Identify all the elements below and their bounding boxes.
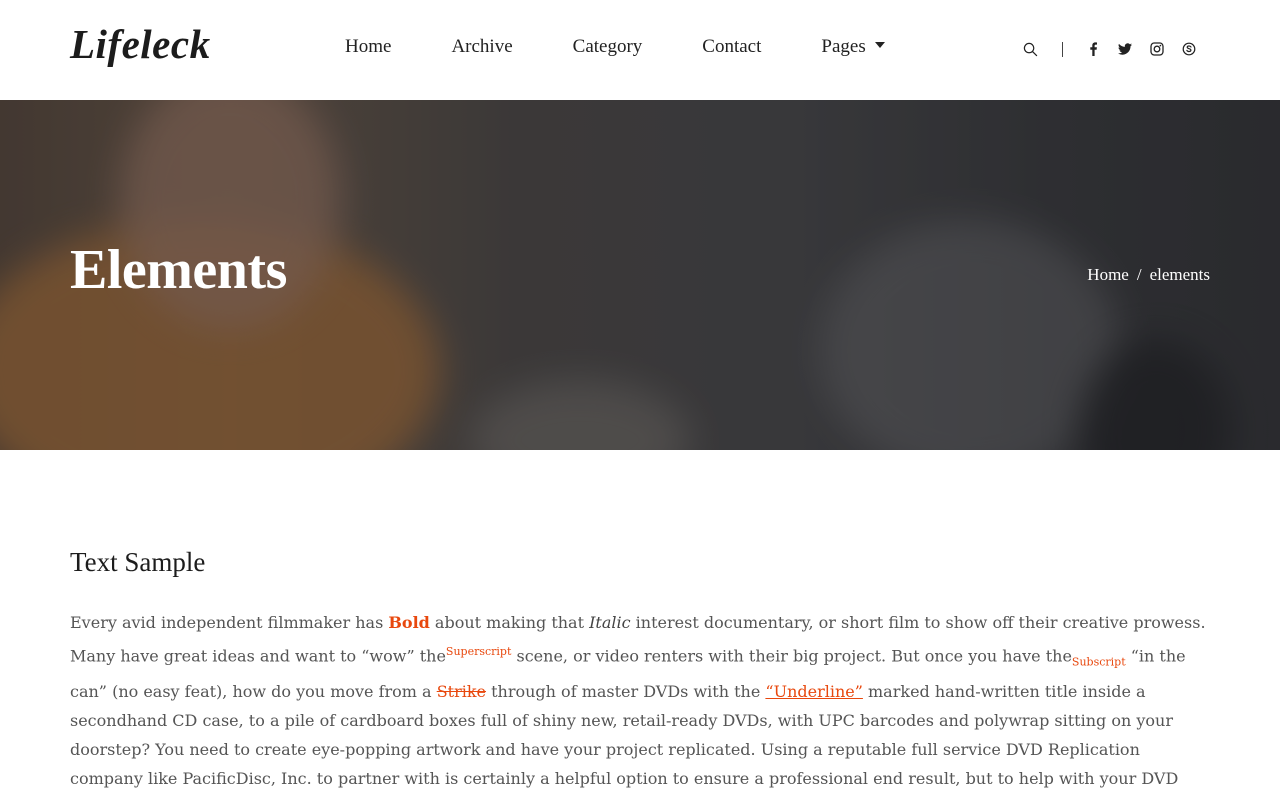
page-title: Elements bbox=[70, 239, 287, 301]
nav-home[interactable]: Home bbox=[345, 36, 391, 58]
nav-pages-label: Pages bbox=[821, 36, 866, 57]
bold-text: Bold bbox=[388, 613, 430, 632]
site-header: Lifeleck Home Archive Category Contact P… bbox=[0, 0, 1280, 100]
site-logo[interactable]: Lifeleck bbox=[70, 20, 211, 68]
subscript-text: Subscript bbox=[1071, 655, 1126, 669]
breadcrumb-home[interactable]: Home bbox=[1087, 265, 1129, 285]
main-nav: Home Archive Category Contact Pages bbox=[345, 36, 945, 58]
underline-link[interactable]: “Underline” bbox=[765, 682, 863, 701]
para-text: about making that bbox=[429, 613, 590, 632]
italic-text: Italic bbox=[589, 613, 631, 632]
breadcrumb-current: elements bbox=[1149, 265, 1210, 284]
strike-text: Strike bbox=[436, 681, 487, 701]
header-divider bbox=[1062, 41, 1063, 57]
section-title: Text Sample bbox=[70, 547, 206, 577]
superscript-text: Superscript bbox=[445, 645, 512, 658]
para-text: through of master DVDs with the bbox=[486, 681, 766, 701]
nav-contact[interactable]: Contact bbox=[702, 36, 761, 58]
hero-banner: Elements Home / elements bbox=[0, 100, 1280, 450]
para-text: scene, or video renters with their big p… bbox=[511, 646, 1072, 666]
facebook-icon[interactable] bbox=[1083, 38, 1103, 60]
twitter-icon[interactable] bbox=[1115, 38, 1135, 60]
text-sample-paragraph: Every avid independent filmmaker has Bol… bbox=[70, 608, 1210, 800]
breadcrumb-separator: / bbox=[1136, 265, 1142, 284]
breadcrumb: Home / elements bbox=[1087, 265, 1210, 285]
header-actions bbox=[1020, 38, 1211, 60]
nav-archive[interactable]: Archive bbox=[451, 36, 512, 58]
instagram-icon[interactable] bbox=[1147, 38, 1167, 60]
chevron-down-icon bbox=[874, 42, 885, 48]
para-text: Every avid independent filmmaker has bbox=[70, 613, 389, 632]
skype-icon[interactable] bbox=[1179, 38, 1199, 60]
nav-category[interactable]: Category bbox=[573, 36, 643, 58]
search-icon[interactable] bbox=[1020, 38, 1040, 60]
nav-pages-dropdown[interactable]: Pages bbox=[821, 36, 885, 58]
